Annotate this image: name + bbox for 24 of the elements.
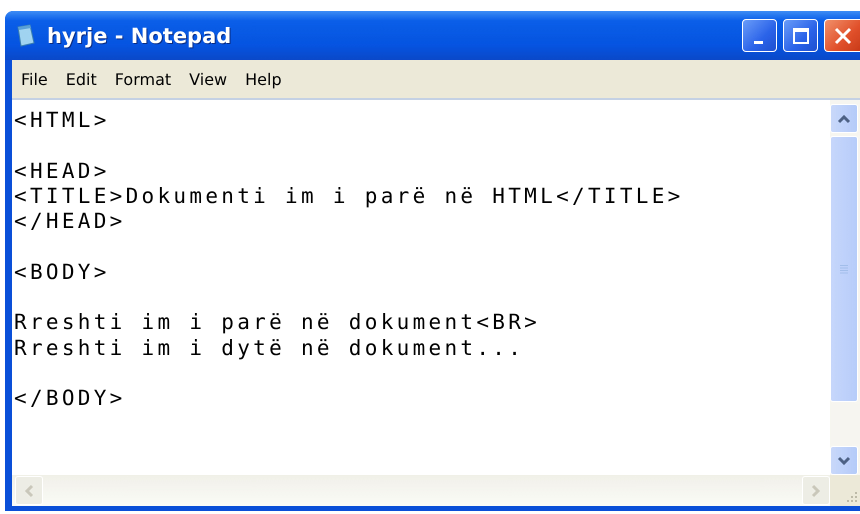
- grip-icon: [839, 264, 849, 274]
- menu-item[interactable]: File: [12, 70, 57, 88]
- chevron-down-icon: [837, 456, 851, 466]
- menu-item[interactable]: Format: [106, 70, 180, 88]
- menu-item[interactable]: Help: [236, 70, 291, 88]
- chevron-left-icon: [24, 484, 34, 498]
- menu-item[interactable]: View: [180, 70, 236, 88]
- resize-grip-icon: [844, 489, 858, 503]
- window-title: hyrje - Notepad: [47, 24, 232, 48]
- scroll-down-button[interactable]: [830, 446, 858, 475]
- close-button[interactable]: [824, 19, 860, 52]
- close-icon: [832, 26, 852, 46]
- menu-item[interactable]: Edit: [56, 70, 106, 88]
- notepad-icon: [15, 24, 37, 48]
- scroll-up-button[interactable]: [830, 104, 858, 133]
- maximize-icon: [792, 26, 810, 44]
- scroll-thumb[interactable]: [830, 136, 858, 402]
- maximize-button[interactable]: [783, 19, 818, 52]
- minimize-button[interactable]: [742, 19, 777, 52]
- chevron-up-icon: [837, 114, 851, 124]
- chevron-right-icon: [811, 484, 821, 498]
- vertical-scrollbar[interactable]: [830, 100, 860, 475]
- minimize-icon: [754, 41, 762, 44]
- document-text: <HTML> <HEAD> <TITLE>Dokumenti im i parë në HTML</TITLE> </HEAD> <BODY> Rreshti im i parë në dokument<BR> Rreshti im i dytë në dokument... </BODY>: [14, 108, 685, 412]
